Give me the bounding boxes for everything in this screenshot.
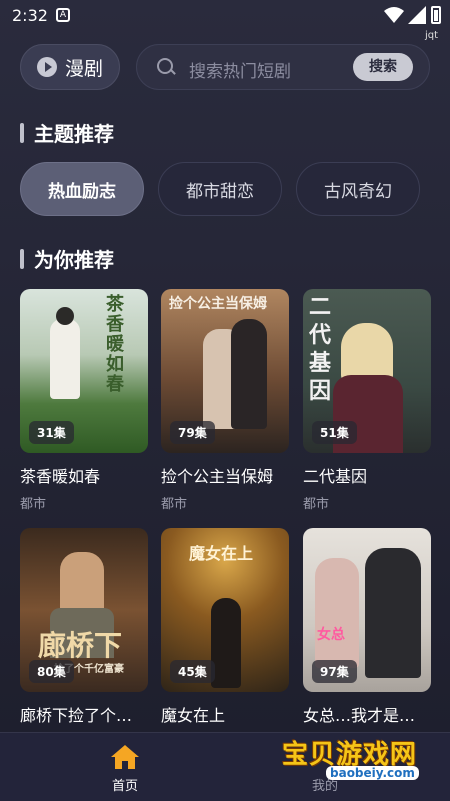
drama-title[interactable]: 女总…我才是…: [303, 702, 431, 726]
wifi-icon: [384, 7, 404, 23]
app-notification-icon: A: [56, 8, 70, 22]
episode-count: 45集: [170, 660, 215, 683]
episode-count: 31集: [29, 421, 74, 444]
home-icon: [111, 745, 139, 769]
drama-card[interactable]: 廊桥下 捡了个千亿富豪 80集 廊桥下捡了个…: [20, 528, 148, 726]
poster-title: 茶香暖如春: [106, 294, 124, 395]
user-tag: jqt: [424, 30, 438, 41]
search-button[interactable]: 搜索: [353, 53, 413, 81]
drama-poster[interactable]: 廊桥下 捡了个千亿富豪 80集: [20, 528, 148, 692]
poster-title: 捡个公主当保姆: [169, 296, 267, 312]
episode-count: 80集: [29, 660, 74, 683]
drama-genre: 都市: [303, 497, 330, 512]
episode-count: 79集: [170, 421, 215, 444]
drama-poster[interactable]: 二代 基因 51集: [303, 289, 431, 453]
watermark-logo: 宝贝游戏网 baobeiy.com: [276, 730, 426, 790]
watermark-url: baobeiy.com: [326, 766, 419, 780]
drama-card[interactable]: 魔女在上 45集 魔女在上: [161, 528, 289, 726]
drama-title[interactable]: 魔女在上: [161, 702, 289, 726]
signal-icon: [408, 6, 426, 24]
search-icon: [157, 58, 173, 74]
chip-fantasy[interactable]: 古风奇幻: [296, 162, 420, 216]
recommend-title: 为你推荐: [34, 248, 114, 272]
episode-count: 51集: [312, 421, 357, 444]
drama-card[interactable]: 二代 基因 51集 二代基因 都市: [303, 289, 431, 512]
drama-card[interactable]: 女总 97集 女总…我才是…: [303, 528, 431, 726]
chip-romance[interactable]: 都市甜恋: [158, 162, 282, 216]
title-bar-accent: [20, 122, 24, 143]
theme-title: 主题推荐: [34, 122, 114, 146]
search-bar[interactable]: 搜索热门短剧 搜索: [136, 44, 430, 90]
status-time: 2:32: [12, 6, 48, 25]
drama-card[interactable]: 捡个公主当保姆 79集 捡个公主当保姆 都市: [161, 289, 289, 512]
drama-card[interactable]: 茶香暖如春 31集 茶香暖如春 都市: [20, 289, 148, 512]
drama-title[interactable]: 廊桥下捡了个…: [20, 702, 148, 726]
poster-title: 女总: [317, 627, 345, 643]
drama-poster[interactable]: 捡个公主当保姆 79集: [161, 289, 289, 453]
brand-label: 漫剧: [64, 57, 103, 80]
brand-button[interactable]: 漫剧: [20, 44, 120, 90]
status-bar: 2:32 A jqt: [0, 0, 450, 41]
drama-poster[interactable]: 茶香暖如春 31集: [20, 289, 148, 453]
drama-poster[interactable]: 魔女在上 45集: [161, 528, 289, 692]
episode-count: 97集: [312, 660, 357, 683]
play-icon: [36, 57, 57, 77]
poster-title: 二代 基因: [309, 294, 332, 404]
drama-title[interactable]: 捡个公主当保姆: [161, 463, 289, 487]
theme-section-title: 主题推荐: [20, 118, 114, 147]
drama-title[interactable]: 茶香暖如春: [20, 463, 148, 487]
title-bar-accent: [20, 248, 24, 269]
recommend-section-title: 为你推荐: [20, 244, 114, 273]
drama-genre: 都市: [161, 497, 188, 512]
battery-icon: [431, 6, 441, 24]
poster-title: 魔女在上: [189, 544, 254, 563]
drama-poster[interactable]: 女总 97集: [303, 528, 431, 692]
drama-genre: 都市: [20, 497, 47, 512]
search-input[interactable]: 搜索热门短剧: [189, 57, 291, 82]
chip-action[interactable]: 热血励志: [20, 162, 144, 216]
poster-title: 廊桥下: [38, 629, 123, 662]
drama-title[interactable]: 二代基因: [303, 463, 431, 487]
nav-home-label: 首页: [111, 779, 138, 794]
nav-home[interactable]: 首页: [100, 741, 150, 794]
